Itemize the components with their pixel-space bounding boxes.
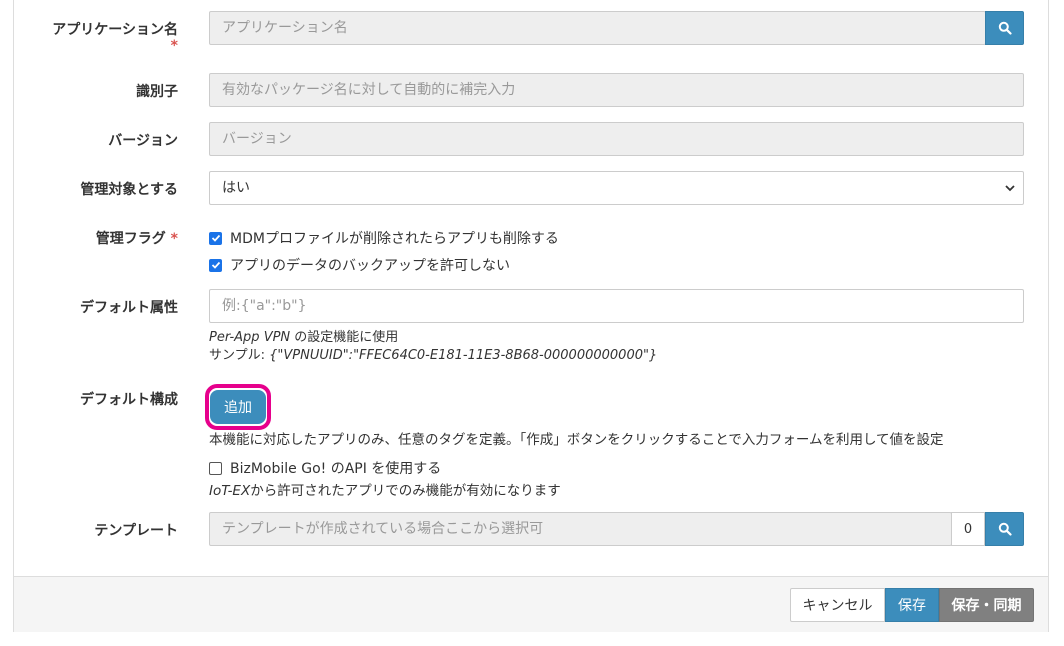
identifier-input[interactable]: 有効なパッケージ名に対して自動的に補完入力 bbox=[209, 73, 1024, 107]
template-search-button[interactable] bbox=[985, 512, 1024, 546]
flag-backup-label: アプリのデータのバックアップを許可しない bbox=[230, 258, 510, 274]
managed-select[interactable]: はい bbox=[209, 171, 1024, 205]
default-config-help: 本機能に対応したアプリのみ、任意のタグを定義。「作成」ボタンをクリックすることで… bbox=[209, 432, 944, 448]
flag-disallow-backup[interactable]: アプリのデータのバックアップを許可しない bbox=[209, 255, 510, 275]
iotex-note: IoT-EXから許可されたアプリでのみ機能が有効になります bbox=[209, 483, 561, 499]
search-icon bbox=[998, 522, 1012, 536]
default-attr-help-line2: サンプル: {"VPNUUID":"FFEC64C0-E181-11E3-8B6… bbox=[209, 348, 658, 363]
flag-remove-label: MDMプロファイルが削除されたらアプリも削除する bbox=[230, 231, 559, 247]
template-count: 0 bbox=[951, 512, 985, 546]
checkbox-checked-icon[interactable] bbox=[209, 231, 222, 245]
template-label: テンプレート bbox=[94, 523, 178, 539]
default-attr-help-line1: Per-App VPN の設定機能に使用 bbox=[209, 330, 399, 345]
cancel-button[interactable]: キャンセル bbox=[790, 588, 885, 622]
app-name-search-button[interactable] bbox=[985, 11, 1024, 45]
default-config-label: デフォルト構成 bbox=[80, 392, 178, 408]
app-name-label: アプリケーション名 bbox=[52, 22, 178, 38]
managed-label: 管理対象とする bbox=[80, 182, 178, 198]
use-api-checkbox-row[interactable]: BizMobile Go! のAPI を使用する bbox=[209, 458, 441, 478]
checkbox-checked-icon[interactable] bbox=[209, 258, 222, 272]
template-input[interactable]: テンプレートが作成されている場合ここから選択可 bbox=[209, 512, 952, 546]
save-button[interactable]: 保存 bbox=[885, 588, 939, 622]
flag-remove-on-profile-delete[interactable]: MDMプロファイルが削除されたらアプリも削除する bbox=[209, 228, 559, 248]
chevron-down-icon bbox=[1005, 185, 1015, 192]
app-name-required-mark: * bbox=[170, 38, 178, 54]
app-form-panel: アプリケーション名 * アプリケーション名 識別子 有効なパッケージ名に対して自… bbox=[13, 0, 1049, 632]
default-attr-label: デフォルト属性 bbox=[80, 300, 178, 316]
identifier-label: 識別子 bbox=[136, 84, 178, 100]
add-config-button[interactable]: 追加 bbox=[210, 390, 266, 424]
save-sync-button[interactable]: 保存・同期 bbox=[939, 588, 1034, 622]
use-api-label: BizMobile Go! のAPI を使用する bbox=[230, 461, 442, 477]
app-name-input[interactable]: アプリケーション名 bbox=[209, 11, 986, 45]
checkbox-unchecked-icon[interactable] bbox=[209, 461, 222, 475]
default-attr-input[interactable]: 例:{"a":"b"} bbox=[209, 289, 1024, 323]
flags-label: 管理フラグ * bbox=[95, 231, 178, 247]
version-label: バージョン bbox=[108, 133, 178, 149]
version-input[interactable]: バージョン bbox=[209, 122, 1024, 156]
form-footer: キャンセル 保存 保存・同期 bbox=[14, 576, 1048, 632]
search-icon bbox=[998, 21, 1012, 35]
managed-select-value: はい bbox=[222, 180, 250, 196]
